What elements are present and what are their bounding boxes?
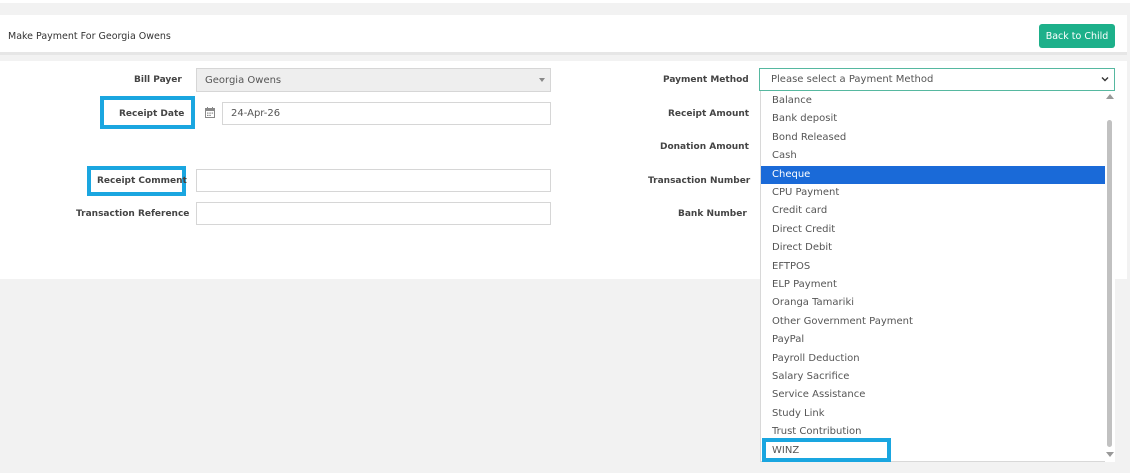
dropdown-option-salary-sacrifice[interactable]: Salary Sacrifice	[761, 368, 1106, 386]
dropdown-option-credit-card[interactable]: Credit card	[761, 202, 1106, 220]
bill-payer-label: Bill Payer	[134, 75, 182, 85]
dropdown-option-service-assistance[interactable]: Service Assistance	[761, 386, 1106, 404]
calendar-icon[interactable]	[205, 107, 215, 118]
dropdown-option-elp-payment[interactable]: ELP Payment	[761, 276, 1106, 294]
donation-amount-label: Donation Amount	[660, 142, 749, 152]
dropdown-option-cash[interactable]: Cash	[761, 147, 1106, 165]
top-strip	[0, 0, 1130, 3]
dropdown-option-direct-debit[interactable]: Direct Debit	[761, 239, 1106, 257]
scrollbar-thumb[interactable]	[1107, 120, 1112, 447]
transaction-reference-label: Transaction Reference	[76, 209, 190, 219]
dropdown-option-balance[interactable]: Balance	[761, 92, 1106, 110]
dropdown-scrollbar[interactable]	[1105, 91, 1115, 462]
receipt-comment-label: Receipt Comment	[97, 176, 187, 186]
dropdown-option-cheque[interactable]: Cheque	[761, 165, 1106, 184]
bill-payer-value: Georgia Owens	[205, 75, 282, 86]
winz-highlight	[762, 438, 891, 462]
payment-method-placeholder: Please select a Payment Method	[771, 74, 934, 85]
receipt-amount-label: Receipt Amount	[668, 109, 750, 119]
bank-number-label: Bank Number	[678, 209, 747, 219]
dropdown-option-direct-credit[interactable]: Direct Credit	[761, 221, 1106, 239]
dropdown-option-paypal[interactable]: PayPal	[761, 331, 1106, 349]
payment-method-select[interactable]: Please select a Payment Method	[759, 68, 1115, 91]
page: Make Payment For Georgia Owens Back to C…	[0, 0, 1130, 473]
dropdown-option-bond-released[interactable]: Bond Released	[761, 129, 1106, 147]
bill-payer-select[interactable]: Georgia Owens	[196, 68, 551, 92]
page-header: Make Payment For Georgia Owens Back to C…	[0, 15, 1127, 55]
dropdown-option-oranga-tamariki[interactable]: Oranga Tamariki	[761, 294, 1106, 312]
caret-down-icon	[539, 78, 545, 82]
scroll-up-arrow-icon[interactable]	[1106, 94, 1114, 99]
receipt-comment-input[interactable]	[196, 169, 551, 192]
dropdown-option-study-link[interactable]: Study Link	[761, 405, 1106, 423]
dropdown-option-cpu-payment[interactable]: CPU Payment	[761, 184, 1106, 202]
receipt-date-input[interactable]	[222, 102, 551, 125]
chevron-down-icon	[1101, 77, 1109, 82]
page-title: Make Payment For Georgia Owens	[8, 31, 171, 42]
transaction-number-label: Transaction Number	[648, 176, 751, 186]
payment-method-dropdown: Balance Bank deposit Bond Released Cash Cheq…	[760, 91, 1115, 462]
receipt-date-label: Receipt Date	[119, 109, 185, 119]
dropdown-option-bank-deposit[interactable]: Bank deposit	[761, 110, 1106, 128]
dropdown-option-payroll-deduction[interactable]: Payroll Deduction	[761, 350, 1106, 368]
back-to-child-button[interactable]: Back to Child	[1039, 24, 1115, 48]
dropdown-option-other-government-payment[interactable]: Other Government Payment	[761, 313, 1106, 331]
dropdown-option-eftpos[interactable]: EFTPOS	[761, 258, 1106, 276]
payment-method-label: Payment Method	[663, 75, 749, 85]
scroll-down-arrow-icon[interactable]	[1106, 452, 1114, 457]
transaction-reference-input[interactable]	[196, 202, 551, 225]
